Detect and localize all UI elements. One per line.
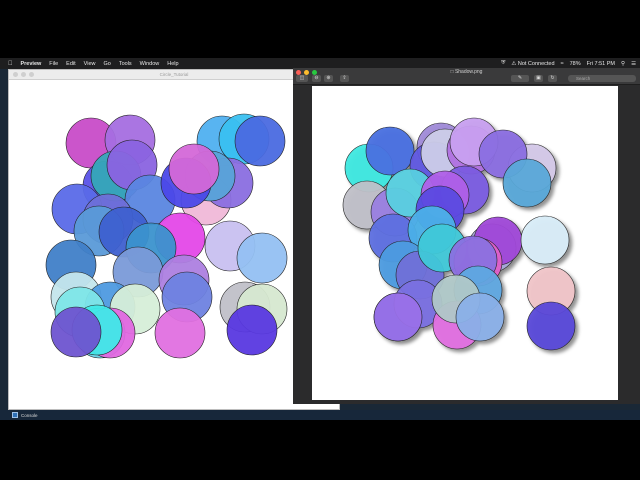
console-item[interactable]: Console xyxy=(12,410,38,420)
circle-right xyxy=(373,292,423,342)
circle-right xyxy=(526,301,576,351)
circle-right xyxy=(455,292,505,342)
letterbox-bottom xyxy=(0,420,640,480)
circle-left xyxy=(168,143,220,195)
circle-right xyxy=(365,126,415,176)
taskbar xyxy=(0,410,640,420)
circle-left xyxy=(234,115,286,167)
circle-left xyxy=(50,306,102,358)
circles-layer xyxy=(45,113,576,359)
circle-left xyxy=(236,232,288,284)
console-label: Console xyxy=(21,412,38,418)
circle-left xyxy=(226,304,278,356)
circle-right xyxy=(502,158,552,208)
left-circles-group xyxy=(45,113,288,359)
right-circles-group xyxy=(342,117,576,351)
console-icon xyxy=(12,412,18,418)
circle-left xyxy=(154,307,206,359)
circle-right xyxy=(520,215,570,265)
